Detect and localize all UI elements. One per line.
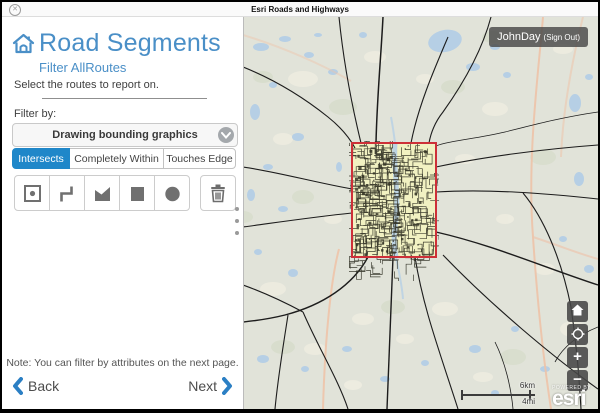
sign-out-label: (Sign Out)	[544, 33, 580, 42]
circle-icon	[162, 183, 183, 204]
locate-icon	[571, 327, 585, 341]
trash-icon	[207, 182, 229, 204]
note-text: Note: You can filter by attributes on th…	[2, 357, 243, 369]
tab-completely-within[interactable]: Completely Within	[69, 148, 164, 169]
map-canvas[interactable]: JohnDay(Sign Out) + − 6km 4mi POWERED BY…	[243, 17, 598, 409]
page-subtitle: Filter AllRoutes	[39, 60, 126, 75]
filter-dropdown[interactable]: Drawing bounding graphics	[12, 123, 238, 147]
filter-dropdown-value: Drawing bounding graphics	[13, 124, 237, 146]
back-button[interactable]: Back	[12, 377, 59, 395]
polygon-icon	[92, 183, 113, 204]
clear-graphics-button[interactable]	[200, 175, 236, 211]
panel-resize-handle[interactable]	[235, 207, 241, 235]
zoom-in-button[interactable]: +	[567, 347, 588, 368]
home-icon	[12, 33, 35, 55]
chevron-down-icon	[218, 127, 234, 143]
rectangle-icon	[127, 183, 148, 204]
scale-bar: 6km 4mi	[461, 385, 535, 407]
page-title: Road Segments	[39, 29, 221, 58]
chevron-left-icon	[12, 377, 23, 395]
tab-intersects[interactable]: Intersects	[12, 148, 70, 169]
tab-touches-edge[interactable]: Touches Edge	[163, 148, 236, 169]
point-icon	[22, 183, 43, 204]
draw-point-button[interactable]	[14, 175, 50, 211]
esri-logo: POWERED BY esri	[552, 385, 591, 406]
user-name: JohnDay	[497, 31, 540, 43]
spatial-filter-tabs: Intersects Completely Within Touches Edg…	[12, 148, 236, 169]
user-button[interactable]: JohnDay (Sign Out)	[489, 27, 588, 47]
powered-by-label: POWERED BY	[552, 385, 591, 391]
left-panel: Road Segments Filter AllRoutes Select th…	[2, 17, 243, 409]
panel-header: Road Segments	[12, 29, 221, 58]
next-button[interactable]: Next	[188, 377, 233, 395]
scale-mi-label: 4mi	[522, 397, 535, 406]
home-extent-button[interactable]	[567, 301, 588, 322]
draw-polyline-button[interactable]	[49, 175, 85, 211]
window-title: Esri Roads and Highways	[2, 2, 598, 16]
draw-tools	[14, 175, 190, 211]
draw-rectangle-button[interactable]	[119, 175, 155, 211]
draw-polygon-button[interactable]	[84, 175, 120, 211]
next-label: Next	[188, 378, 217, 394]
app-window: ✕ Esri Roads and Highways Road Segments …	[0, 0, 600, 413]
scale-km-label: 6km	[520, 381, 535, 390]
esri-brand: esri	[552, 391, 591, 406]
home-icon	[571, 304, 584, 316]
wizard-nav: Back Next	[12, 377, 233, 399]
chevron-right-icon	[222, 377, 233, 395]
basemap	[244, 17, 598, 409]
divider	[42, 98, 207, 99]
draw-circle-button[interactable]	[154, 175, 190, 211]
locate-button[interactable]	[567, 324, 588, 345]
back-label: Back	[28, 378, 59, 394]
filter-by-label: Filter by:	[14, 108, 56, 120]
titlebar: ✕ Esri Roads and Highways	[2, 2, 598, 17]
polyline-icon	[57, 183, 78, 204]
instruction-text: Select the routes to report on.	[14, 79, 159, 91]
